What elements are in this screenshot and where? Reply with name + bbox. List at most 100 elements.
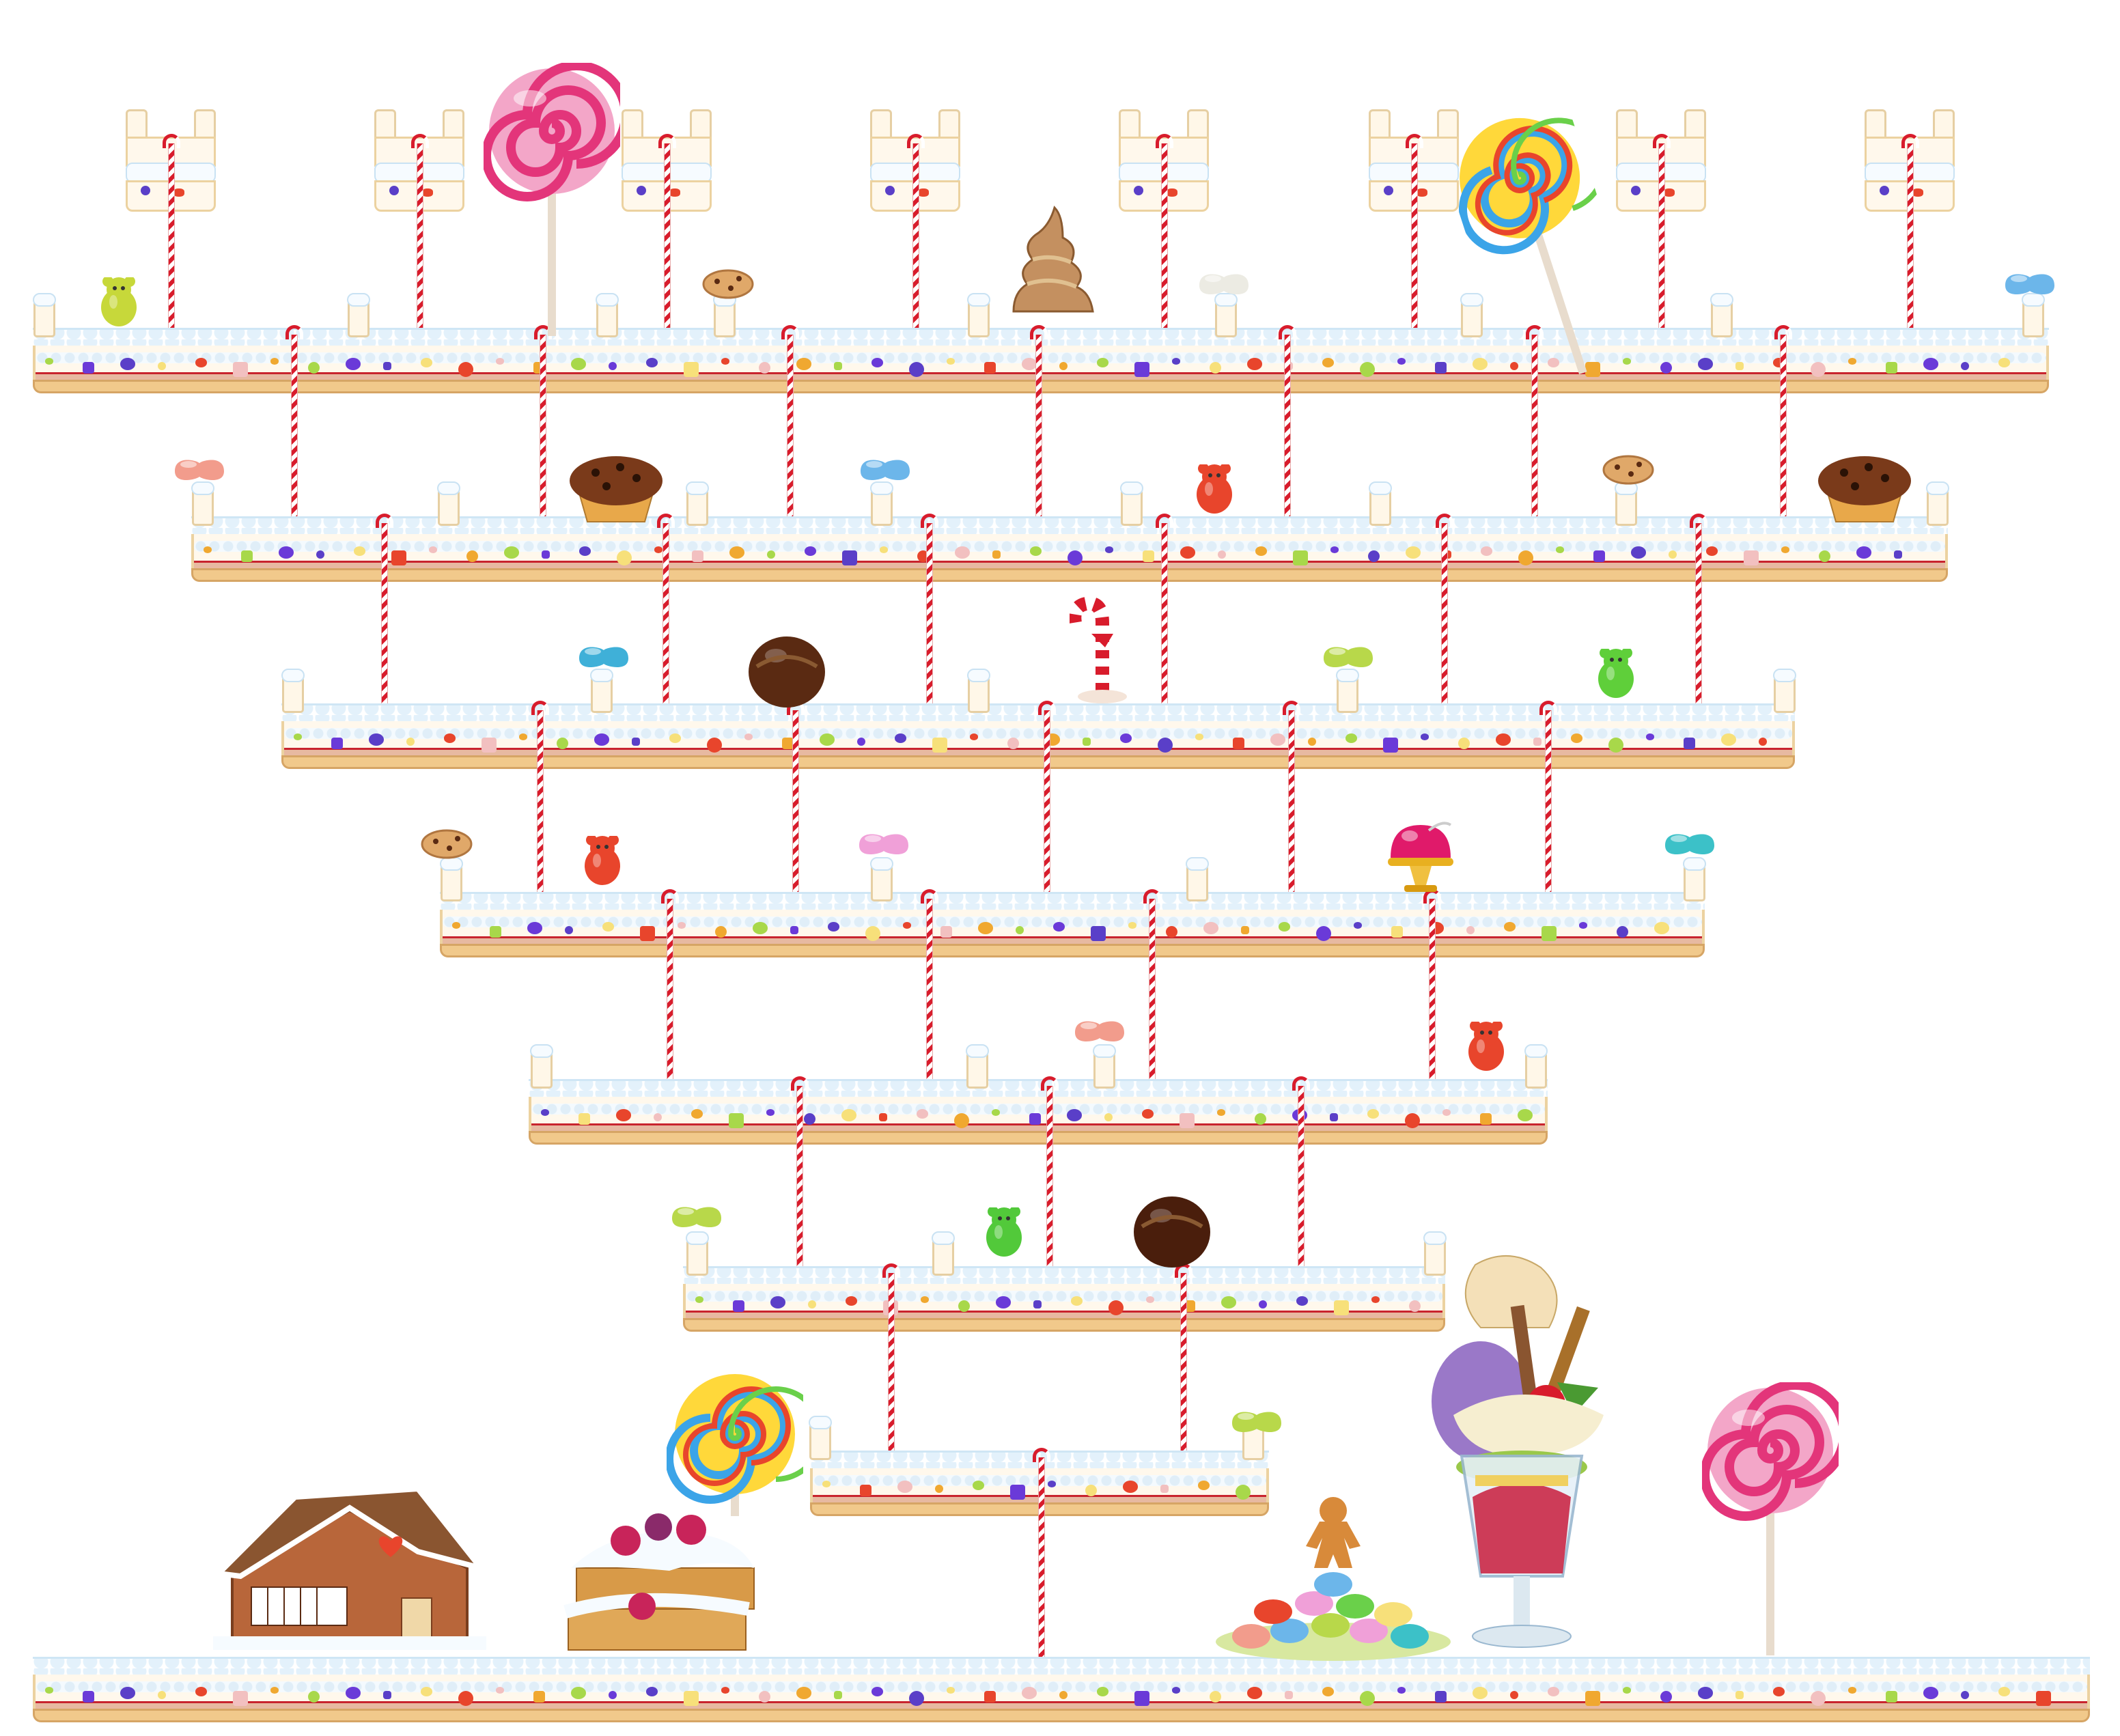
chocolate-truffle[interactable] (1131, 1188, 1213, 1270)
candy-cane-rope[interactable] (661, 889, 679, 1079)
candy-sprinkle (669, 733, 681, 743)
chocolate-truffle[interactable] (746, 628, 828, 710)
candy-cane-rope[interactable] (787, 701, 805, 892)
candy-cane-rope[interactable] (1406, 134, 1423, 328)
jelly-bean[interactable] (856, 829, 911, 859)
candy-sprinkle (369, 733, 384, 746)
platform-post (967, 669, 990, 713)
candy-sprinkle (1180, 546, 1195, 559)
candy-sprinkle (1473, 1687, 1488, 1699)
candy-cane-rope[interactable] (1030, 325, 1048, 516)
candy-sprinkle (482, 738, 497, 753)
cookie[interactable] (701, 269, 755, 299)
jelly-bean[interactable] (576, 642, 631, 672)
jelly-bean[interactable] (1321, 642, 1376, 672)
platform-tier-5 (529, 1079, 1548, 1147)
candy-cane-rope[interactable] (1279, 325, 1296, 516)
gummy-bear-red[interactable] (579, 836, 626, 893)
platform-post (1524, 1044, 1548, 1089)
candy-sprinkle (1593, 550, 1605, 562)
candy-cane-rope[interactable] (1423, 889, 1441, 1079)
jelly-bean[interactable] (172, 455, 227, 485)
candy-cane-rope[interactable] (1539, 701, 1557, 892)
candy-cane-rope[interactable] (1041, 1076, 1059, 1266)
candy-cane-rope[interactable] (781, 325, 799, 516)
candy-sprinkle (571, 358, 586, 370)
candy-sprinkle (947, 358, 955, 365)
candy-cane-rope[interactable] (658, 134, 676, 328)
candy-cane-rope[interactable] (657, 514, 675, 703)
cookie[interactable] (419, 829, 474, 859)
candy-cane-rope[interactable] (163, 134, 180, 328)
candy-cane-rope[interactable] (791, 1076, 809, 1266)
candy-sprinkle (721, 358, 729, 365)
candy-sprinkle (1030, 546, 1042, 556)
candy-sprinkle (695, 1296, 703, 1303)
candy-cane-rope[interactable] (882, 1263, 900, 1451)
candy-sprinkle (1706, 546, 1718, 556)
jelly-bean[interactable] (2003, 269, 2057, 299)
chocolate-muffin[interactable] (566, 451, 667, 524)
candy-sprinkle (1856, 546, 1871, 559)
candy-cane-rope[interactable] (285, 325, 303, 516)
platform-post (1369, 481, 1392, 526)
jelly-bean[interactable] (858, 455, 912, 485)
gummy-bear-green[interactable] (1593, 649, 1639, 706)
candy-cane-rope[interactable] (1175, 1263, 1192, 1451)
candy-cane-rope[interactable] (376, 514, 393, 703)
cookie[interactable] (1601, 455, 1656, 485)
candy-sprinkle (753, 922, 768, 934)
candy-cane-rope[interactable] (1653, 134, 1671, 328)
candy-cane-rope[interactable] (1283, 701, 1300, 892)
candy-cane-rope[interactable] (907, 134, 925, 328)
candy-sprinkle (1316, 926, 1331, 941)
candy-sprinkle (1210, 1691, 1221, 1703)
jelly-bean[interactable] (1197, 269, 1251, 299)
candy-sprinkle (879, 1113, 887, 1121)
candy-cane-rope[interactable] (1690, 514, 1707, 703)
candy-sprinkle (921, 1296, 929, 1303)
candy-cane-rope[interactable] (1292, 1076, 1310, 1266)
candy-cane-rope[interactable] (1033, 1448, 1050, 1657)
candy-cane-rope[interactable] (411, 134, 429, 328)
chocolate-muffin[interactable] (1814, 451, 1915, 524)
candy-cane-rope[interactable] (531, 701, 549, 892)
candy-cane-rope[interactable] (1156, 134, 1173, 328)
candy-cane-rope[interactable] (1156, 514, 1173, 703)
gummy-bear-green[interactable] (981, 1207, 1027, 1265)
candy-sprinkle (1368, 550, 1380, 562)
candy-sprinkle (1134, 1691, 1149, 1706)
candy-sprinkle (594, 733, 609, 746)
gummy-bear-yellow[interactable] (96, 277, 142, 335)
candy-sprinkle (1998, 358, 2010, 367)
candy-sprinkle (805, 546, 816, 556)
candy-cane-bow[interactable] (1070, 596, 1138, 708)
candy-cane-rope[interactable] (1143, 889, 1161, 1079)
candy-sprinkle (796, 358, 811, 370)
platform-post (1460, 293, 1483, 337)
candy-sprinkle (308, 1691, 320, 1703)
candy-cane-rope[interactable] (1774, 325, 1792, 516)
gummy-bear-red[interactable] (1191, 464, 1238, 522)
candy-sprinkle (1255, 1113, 1266, 1125)
candy-cane-rope[interactable] (1901, 134, 1919, 328)
candy-sprinkle (1330, 546, 1339, 553)
candy-cane-rope[interactable] (921, 889, 938, 1079)
candy-cane-rope[interactable] (1038, 701, 1056, 892)
candy-cane-rope[interactable] (1436, 514, 1453, 703)
jelly-bean[interactable] (1229, 1407, 1284, 1437)
candy-sprinkle (1405, 1113, 1420, 1128)
candy-cane-rope[interactable] (921, 514, 938, 703)
soft-serve-swirl[interactable] (1003, 205, 1104, 331)
jelly-bean[interactable] (1662, 829, 1717, 859)
jelly-bean[interactable] (669, 1202, 724, 1232)
candy-sprinkle (195, 358, 207, 367)
lollipop-pink-swirl[interactable] (484, 63, 620, 336)
candy-sprinkle (1071, 1296, 1083, 1306)
gummy-bear-red[interactable] (1463, 1022, 1509, 1079)
jelly-bean[interactable] (1072, 1016, 1127, 1046)
candy-cane-rope[interactable] (534, 325, 552, 516)
candy-sprinkle (1198, 1481, 1210, 1490)
lollipop-pink-swirl[interactable] (1702, 1382, 1839, 1669)
jelly-dessert[interactable] (1382, 820, 1459, 896)
